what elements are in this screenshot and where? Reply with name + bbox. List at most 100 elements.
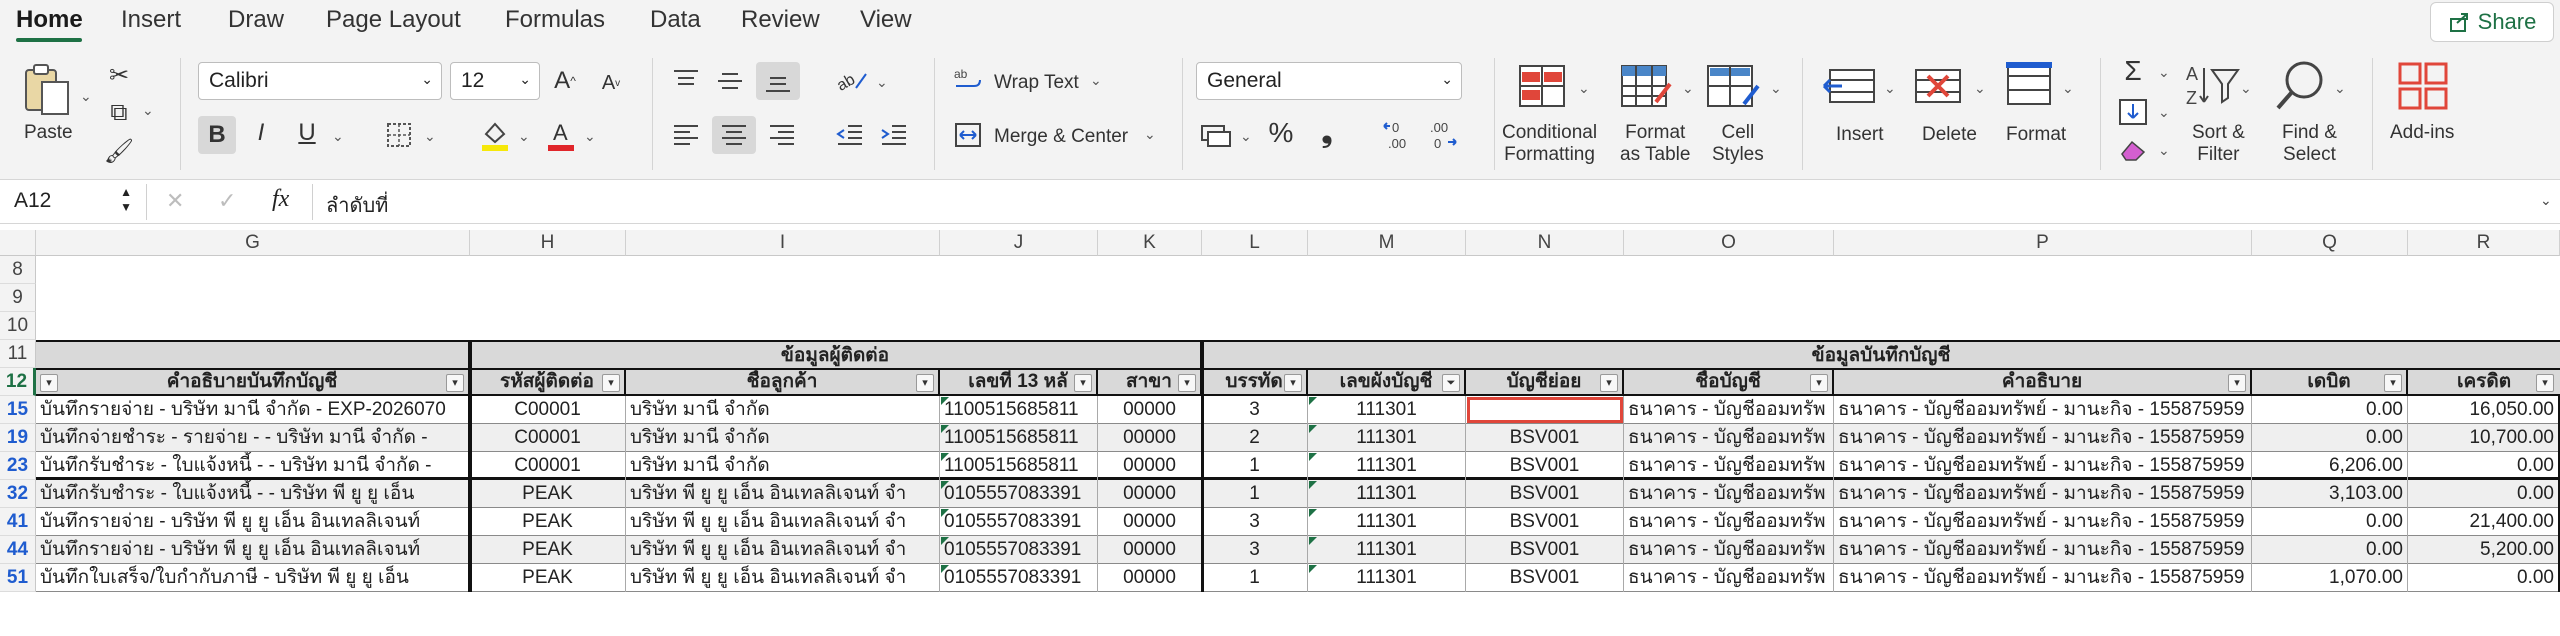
row-header[interactable]: 10 xyxy=(0,312,36,340)
underline-dropdown-icon[interactable]: ⌄ xyxy=(332,128,344,145)
align-left-icon[interactable] xyxy=(672,122,700,148)
cell-h[interactable]: C00001 xyxy=(470,424,626,452)
cell-k[interactable]: 00000 xyxy=(1098,536,1202,564)
col-header-n[interactable]: N xyxy=(1466,230,1624,256)
comma-style-icon[interactable]: ❟ xyxy=(1312,116,1342,150)
filter-dropdown-j[interactable]: ▾ xyxy=(1074,374,1092,392)
merge-center-label[interactable]: Merge & Center xyxy=(994,126,1128,148)
delete-cells-icon[interactable] xyxy=(1912,66,1968,106)
col-header-r[interactable]: R xyxy=(2408,230,2560,256)
increase-indent-icon[interactable] xyxy=(880,122,908,148)
conditional-formatting-label[interactable]: Conditional Formatting xyxy=(1502,122,1597,166)
cell-o[interactable]: ธนาคาร - บัญชีออมทรัพ xyxy=(1624,452,1834,480)
col-header-q[interactable]: Q xyxy=(2252,230,2408,256)
cell-m[interactable]: 111301 xyxy=(1308,564,1466,592)
filter-dropdown-o[interactable]: ▾ xyxy=(1810,374,1828,392)
cell-h[interactable]: PEAK xyxy=(470,508,626,536)
increase-font-size-icon[interactable]: A ^ xyxy=(550,64,580,98)
cell-h[interactable]: PEAK xyxy=(470,480,626,508)
cell-i[interactable]: บริษัท มานี จำกัด xyxy=(626,452,940,480)
col-header-k[interactable]: K xyxy=(1098,230,1202,256)
font-size-select[interactable]: 12 ⌄ xyxy=(450,62,540,100)
cell-l[interactable]: 1 xyxy=(1202,452,1308,480)
filter-active-icon-m[interactable]: ⏷ xyxy=(1442,374,1460,392)
cell-g[interactable]: บันทึกใบเสร็จ/ใบกำกับภาษี - บริษัท พี ยู… xyxy=(36,564,470,592)
cell-h[interactable]: PEAK xyxy=(470,536,626,564)
format-label[interactable]: Format xyxy=(2006,124,2066,146)
cell-k[interactable]: 00000 xyxy=(1098,480,1202,508)
italic-button[interactable]: I xyxy=(246,116,276,150)
col-header-g[interactable]: G xyxy=(36,230,470,256)
cell-g[interactable]: บันทึกรายจ่าย - บริษัท พี ยู ยู เอ็น อิน… xyxy=(36,536,470,564)
add-ins-icon[interactable] xyxy=(2398,62,2450,110)
cell-p[interactable]: ธนาคาร - บัญชีออมทรัพย์ - มานะกิจ - 1558… xyxy=(1834,452,2252,480)
tab-draw[interactable]: Draw xyxy=(228,6,284,34)
align-center-button[interactable] xyxy=(712,116,756,154)
insert-label[interactable]: Insert xyxy=(1836,124,1884,146)
filter-dropdown-n[interactable]: ▾ xyxy=(1600,374,1618,392)
font-name-select[interactable]: Calibri ⌄ xyxy=(198,62,442,100)
autosum-dropdown-icon[interactable]: ⌄ xyxy=(2158,64,2170,81)
format-cells-icon[interactable] xyxy=(2004,60,2054,108)
format-as-table-icon[interactable] xyxy=(1620,64,1672,108)
tab-insert[interactable]: Insert xyxy=(121,6,181,34)
borders-dropdown-icon[interactable]: ⌄ xyxy=(424,128,436,145)
cell-n[interactable]: BSV001 xyxy=(1466,424,1624,452)
cell-p[interactable]: ธนาคาร - บัญชีออมทรัพย์ - มานะกิจ - 1558… xyxy=(1834,564,2252,592)
cell-j[interactable]: 0105557083391 xyxy=(940,564,1098,592)
fill-dropdown-icon[interactable]: ⌄ xyxy=(2158,104,2170,121)
cell-o[interactable]: ธนาคาร - บัญชีออมทรัพ xyxy=(1624,508,1834,536)
cell-q[interactable]: 0.00 xyxy=(2252,536,2408,564)
cell-i[interactable]: บริษัท มานี จำกัด xyxy=(626,424,940,452)
filter-dropdown-p[interactable]: ▾ xyxy=(2228,374,2246,392)
filter-dropdown-g[interactable]: ▾ xyxy=(40,374,58,392)
font-color-icon[interactable]: A xyxy=(546,118,576,152)
delete-dropdown-icon[interactable]: ⌄ xyxy=(1974,80,1986,97)
clear-dropdown-icon[interactable]: ⌄ xyxy=(2158,142,2170,159)
enter-icon[interactable]: ✓ xyxy=(218,188,236,214)
row-header[interactable]: 15 xyxy=(0,396,36,424)
row-header[interactable]: 8 xyxy=(0,256,36,284)
sort-filter-label[interactable]: Sort & Filter xyxy=(2192,122,2245,166)
row-header[interactable]: 32 xyxy=(0,480,36,508)
find-select-dropdown-icon[interactable]: ⌄ xyxy=(2334,80,2346,97)
col-header-p[interactable]: P xyxy=(1834,230,2252,256)
cut-icon[interactable]: ✂ xyxy=(104,58,134,92)
cell-h[interactable]: C00001 xyxy=(470,396,626,424)
filter-dropdown-q[interactable]: ▾ xyxy=(2384,374,2402,392)
insert-function-icon[interactable]: fx xyxy=(272,186,289,213)
cell-g[interactable]: บันทึกรับชำระ - ใบแจ้งหนี้ - - บริษัท พี… xyxy=(36,480,470,508)
tab-home[interactable]: Home xyxy=(16,6,83,34)
cell-l[interactable]: 3 xyxy=(1202,508,1308,536)
cell-n[interactable]: BSV001 xyxy=(1466,452,1624,480)
worksheet-grid[interactable]: G H I J K L M N O P Q R 8 9 10 11 12 ข้อ… xyxy=(0,230,2560,636)
accounting-format-icon[interactable] xyxy=(1200,122,1234,150)
cell-styles-label[interactable]: Cell Styles xyxy=(1712,122,1764,166)
col-header-m[interactable]: M xyxy=(1308,230,1466,256)
cell-p[interactable]: ธนาคาร - บัญชีออมทรัพย์ - มานะกิจ - 1558… xyxy=(1834,508,2252,536)
col-header-h[interactable]: H xyxy=(470,230,626,256)
format-as-table-label[interactable]: Format as Table xyxy=(1620,122,1690,166)
cell-n[interactable]: BSV001 xyxy=(1466,564,1624,592)
cell-i[interactable]: บริษัท พี ยู ยู เอ็น อินเทลลิเจนท์ จำ xyxy=(626,564,940,592)
cell-p[interactable]: ธนาคาร - บัญชีออมทรัพย์ - มานะกิจ - 1558… xyxy=(1834,424,2252,452)
insert-dropdown-icon[interactable]: ⌄ xyxy=(1884,80,1896,97)
cell-h[interactable]: PEAK xyxy=(470,564,626,592)
cell-r[interactable]: 0.00 xyxy=(2408,480,2560,508)
row-header[interactable]: 19 xyxy=(0,424,36,452)
cell-r[interactable]: 21,400.00 xyxy=(2408,508,2560,536)
row-header[interactable]: 41 xyxy=(0,508,36,536)
cell-k[interactable]: 00000 xyxy=(1098,508,1202,536)
share-button[interactable]: Share xyxy=(2430,2,2554,42)
cell-o[interactable]: ธนาคาร - บัญชีออมทรัพ xyxy=(1624,536,1834,564)
cell-q[interactable]: 3,103.00 xyxy=(2252,480,2408,508)
cell-k[interactable]: 00000 xyxy=(1098,452,1202,480)
cell-i[interactable]: บริษัท พี ยู ยู เอ็น อินเทลลิเจนท์ จำ xyxy=(626,508,940,536)
conditional-formatting-icon[interactable] xyxy=(1518,64,1566,108)
align-bottom-button[interactable] xyxy=(756,62,800,100)
tab-review[interactable]: Review xyxy=(741,6,820,34)
cell-n[interactable]: BSV001 xyxy=(1466,508,1624,536)
add-ins-label[interactable]: Add-ins xyxy=(2390,122,2454,144)
decrease-decimal-icon[interactable]: .000 xyxy=(1426,118,1460,152)
cell-q[interactable]: 6,206.00 xyxy=(2252,452,2408,480)
